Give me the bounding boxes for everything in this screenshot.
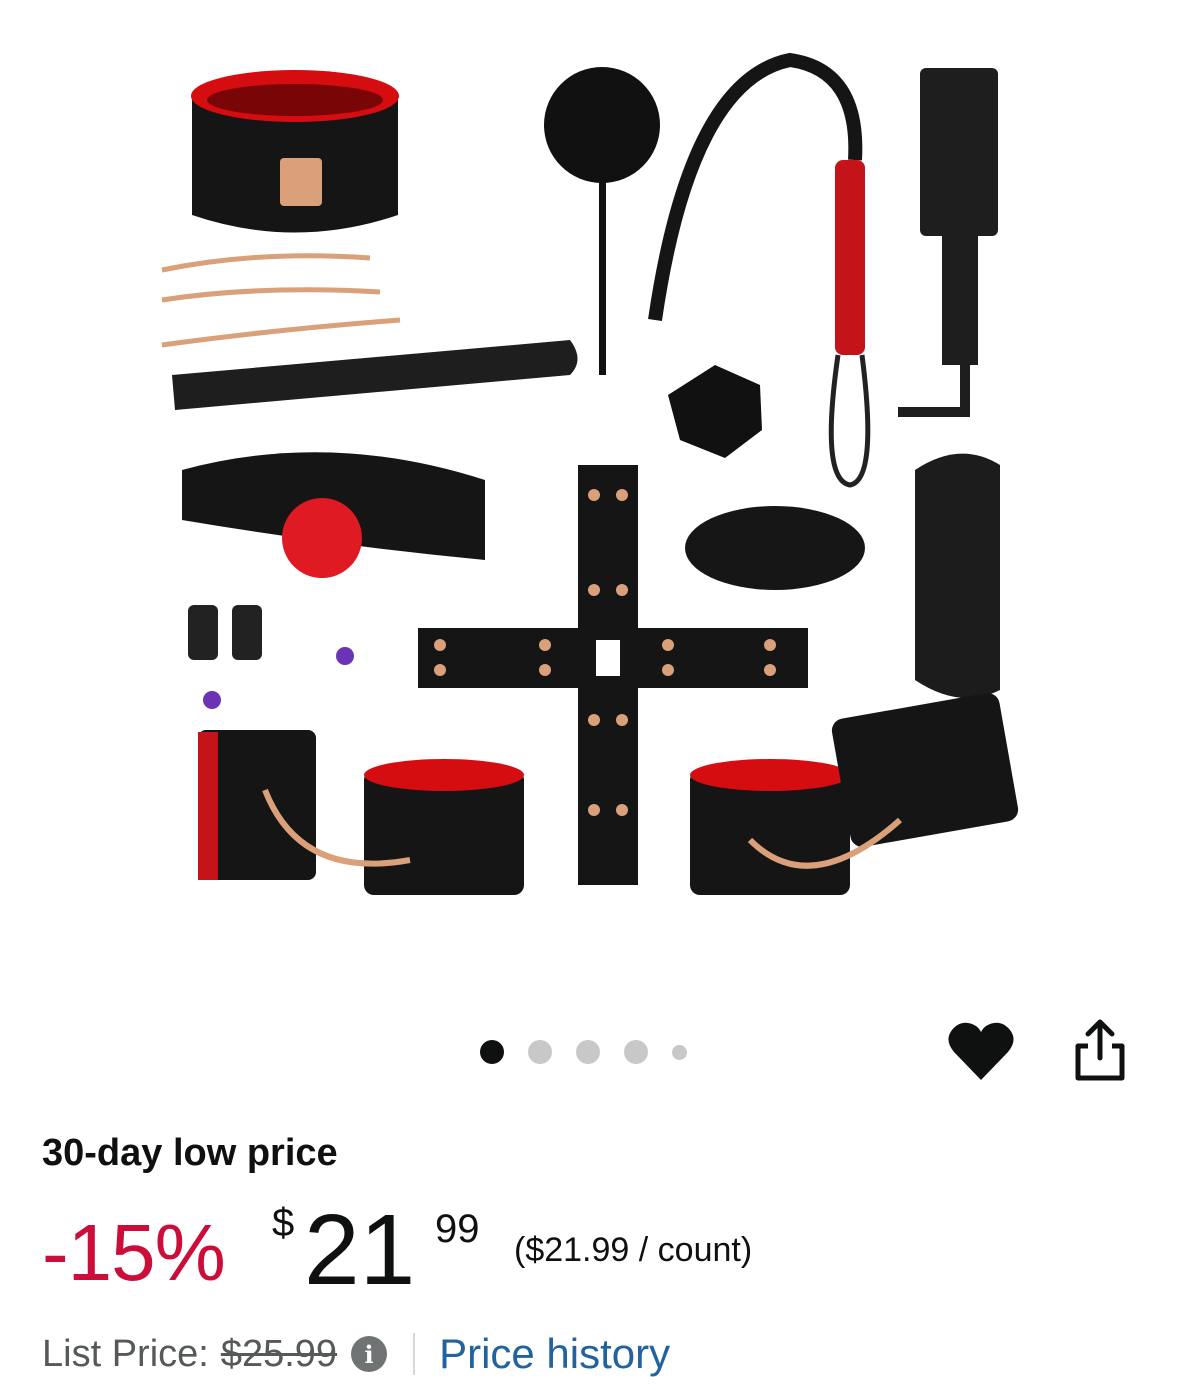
carousel-dot-3[interactable] <box>576 1040 600 1064</box>
heart-icon[interactable] <box>946 1018 1016 1084</box>
carousel-dot-4[interactable] <box>624 1040 648 1064</box>
deal-badge-label: 30-day low price <box>42 1132 338 1174</box>
carousel-indicator <box>480 1040 711 1064</box>
divider <box>413 1333 416 1375</box>
feather-tickler-illustration <box>544 67 660 375</box>
list-price-row: List Price: $25.99 i Price history <box>42 1330 670 1378</box>
paddle-illustration <box>898 68 998 417</box>
carousel-dot-1[interactable] <box>480 1040 504 1064</box>
leash-illustration <box>161 253 401 348</box>
unit-price: ($21.99 / count) <box>514 1231 753 1269</box>
ball-gag-illustration <box>182 452 485 578</box>
list-price-label: List Price: <box>42 1332 209 1375</box>
carousel-dot-2[interactable] <box>528 1040 552 1064</box>
share-icon[interactable] <box>1070 1018 1130 1084</box>
wrist-cuffs-illustration <box>198 730 524 895</box>
dice-illustration <box>668 365 762 458</box>
blindfold-illustration <box>915 453 1000 698</box>
nipple-clamps-illustration <box>188 605 354 709</box>
list-price-value: $25.99 <box>220 1332 338 1375</box>
price-whole: 21 <box>304 1194 416 1306</box>
discount-percentage: -15% <box>42 1208 226 1297</box>
price-fraction: 99 <box>435 1207 480 1251</box>
price-currency: $ <box>272 1201 295 1245</box>
ankle-cuffs-illustration <box>690 693 1019 895</box>
price-block: -15% $ 21 99 ($21.99 / count) <box>42 1195 1142 1305</box>
rope-illustration <box>685 506 865 590</box>
carousel-dot-5[interactable] <box>672 1044 687 1060</box>
collar-illustration <box>191 70 399 233</box>
product-image[interactable] <box>0 0 1179 1010</box>
info-icon[interactable]: i <box>351 1336 388 1372</box>
price-history-link[interactable]: Price history <box>439 1330 670 1378</box>
